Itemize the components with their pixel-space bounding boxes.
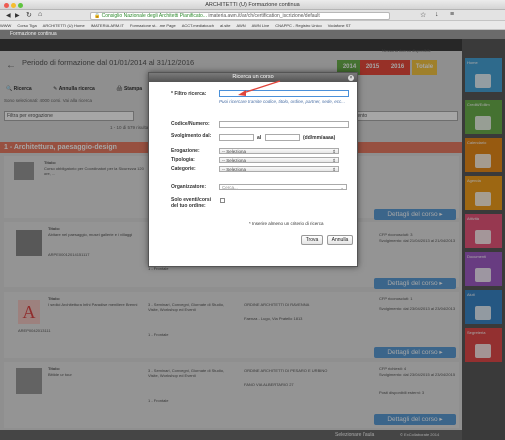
bookmark-item[interactable]: AWN Live (252, 23, 270, 28)
back-arrow-icon[interactable]: ◀ (6, 12, 11, 19)
bookmark-item[interactable]: ACCT.mediatouch (182, 23, 214, 28)
close-icon[interactable]: × (348, 74, 354, 81)
cancel-button[interactable]: Annulla (327, 235, 353, 245)
bookmark-item[interactable]: WWW (0, 23, 11, 28)
browser-toolbar: ◀ ▶ ↻ ⌂ 🔒 Consiglio Nazionale degli Arch… (0, 10, 505, 21)
code-label: Codice/Numero: (171, 121, 210, 127)
chevron-down-icon: ⌄ (340, 185, 344, 190)
category-select[interactable]: -- Seleziona ⇕ (219, 166, 339, 172)
delivery-label: Erogazione: (171, 148, 200, 154)
tipology-label: Tipologia: (171, 157, 195, 163)
bookmark-item[interactable]: IMATERIA.ARM.IT (91, 23, 124, 28)
lock-icon: 🔒 (94, 12, 101, 19)
address-bar[interactable]: 🔒 Consiglio Nazionale degli Architetti P… (90, 11, 390, 20)
bookmark-item[interactable]: Formazione st.. .me Page (130, 23, 176, 28)
bookmark-item[interactable]: AWN (236, 23, 245, 28)
bookmark-item[interactable]: Vodafone ST (328, 23, 351, 28)
browser-titlebar: ARCHITETTI (U) Formazione continua (0, 0, 505, 10)
forward-arrow-icon[interactable]: ▶ (15, 12, 20, 19)
organizer-input[interactable]: Cerca... ⌄ (219, 184, 347, 190)
date-format-hint: (dd/mm/aaaa) (303, 135, 336, 141)
tab-strip: Formazione continua (0, 30, 505, 39)
free-search-label: * Filtro ricerca: (171, 91, 207, 97)
chevron-down-icon: ⇕ (332, 149, 336, 154)
search-submit-button[interactable]: Trova (301, 235, 323, 245)
only-events-label: Solo eventi/corsi del tuo ordine: (171, 197, 212, 209)
annotation-arrow-icon (238, 80, 281, 96)
bookmark-item[interactable]: al.site (220, 23, 230, 28)
category-label: Categorie: (171, 166, 196, 172)
free-search-hint: Puoi ricercare tramite codice, titolo, o… (219, 99, 346, 104)
date-to-label: al (257, 135, 262, 141)
menu-icon[interactable]: ≡ (450, 11, 454, 18)
code-input[interactable] (219, 121, 349, 128)
tipology-select[interactable]: -- Seleziona ⇕ (219, 157, 339, 163)
site-identity: Consiglio Nazionale degli Architetti Pia… (101, 12, 207, 19)
star-icon[interactable]: ☆ (420, 11, 426, 19)
active-tab-label[interactable]: Formazione continua (10, 31, 57, 37)
bookmark-item[interactable]: Corso Tiga (17, 23, 36, 28)
home-icon[interactable]: ⌂ (38, 11, 42, 18)
bookmark-item[interactable]: CNAPPC - Registro Unico (275, 23, 321, 28)
only-events-checkbox[interactable] (220, 198, 225, 203)
date-to-input[interactable] (265, 134, 300, 141)
chevron-down-icon: ⇕ (332, 167, 336, 172)
download-icon[interactable]: ↓ (435, 11, 439, 18)
search-course-dialog: Ricerca un corso × * Filtro ricerca: Puo… (148, 72, 358, 267)
date-label: Svolgimento dal: (171, 133, 212, 139)
delivery-select[interactable]: -- Seleziona ⇕ (219, 148, 339, 154)
reload-icon[interactable]: ↻ (26, 11, 32, 19)
organizer-label: Organizzatore: (171, 184, 207, 190)
required-note: * Inserire almeno un criterio di ricerca (249, 221, 324, 226)
bookmark-item[interactable]: ARCHITETTI (U) Home (43, 23, 85, 28)
window-title: ARCHITETTI (U) Formazione continua (205, 2, 300, 8)
url-path: imateria.awn.it/ar/ch/certification_iscr… (208, 12, 320, 19)
date-from-input[interactable] (219, 134, 254, 141)
bookmarks-bar: WWW Corso Tiga ARCHITETTI (U) Home IMATERIA… (0, 21, 505, 30)
chevron-down-icon: ⇕ (332, 158, 336, 163)
